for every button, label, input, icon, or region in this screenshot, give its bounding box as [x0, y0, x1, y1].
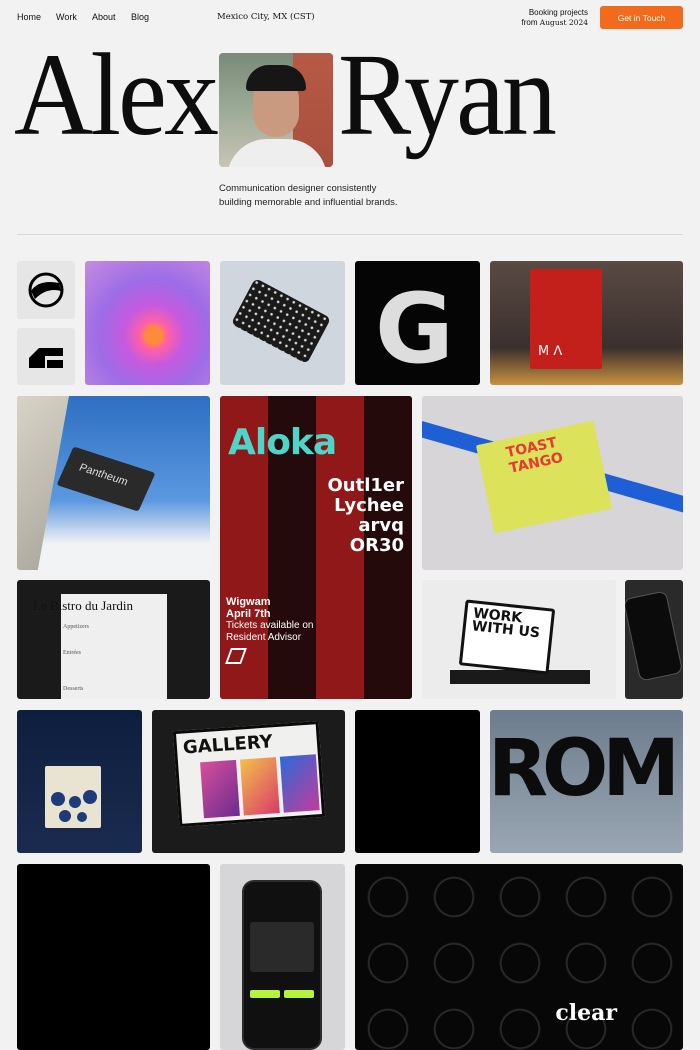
- tickets-line-2: Resident Advisor: [226, 632, 302, 643]
- bistro-section-3: Desserts: [63, 686, 84, 692]
- aloka-title: Aloka: [228, 422, 337, 463]
- project-logo-step[interactable]: [17, 328, 75, 385]
- project-bandana-wallet[interactable]: [220, 261, 345, 385]
- project-purple-render[interactable]: [85, 261, 210, 385]
- booking-line: Booking projects: [528, 8, 588, 17]
- circle-logo-icon: [28, 272, 64, 308]
- booking-from: from: [521, 18, 538, 27]
- bistro-title: Le Bistro du Jardin: [33, 598, 134, 613]
- nav-work-link[interactable]: Work: [56, 12, 77, 22]
- nav-blog-link[interactable]: Blog: [131, 12, 149, 22]
- clear-wordmark: clear: [555, 1000, 617, 1026]
- project-gallery-laptop[interactable]: GALLERY: [152, 710, 345, 853]
- project-g-lettermark[interactable]: G: [355, 261, 480, 385]
- project-clear-pattern[interactable]: clear: [355, 864, 683, 1050]
- project-pantheum[interactable]: Pantheum: [17, 396, 210, 570]
- lineup-4: OR30: [349, 535, 404, 556]
- rom-text: ROM: [490, 724, 680, 814]
- event-venue: Wigwam: [226, 596, 271, 608]
- project-black-tile[interactable]: [355, 710, 480, 853]
- project-black-tile-2[interactable]: [17, 864, 210, 1050]
- project-red-sign[interactable]: M ⴷ: [490, 261, 683, 385]
- pantheum-sign-text: Pantheum: [77, 461, 130, 489]
- project-work-with-us[interactable]: WORK WITH US: [422, 580, 616, 699]
- aloka-lineup: Outl1er Lychee arvq OR30: [328, 476, 405, 556]
- project-bistro-menu[interactable]: Le Bistro du Jardin Appetizers Entrées D…: [17, 580, 210, 699]
- bistro-section-1: Appetizers: [63, 624, 89, 630]
- work-with-us-text: WORK WITH US: [471, 605, 541, 642]
- bistro-section-2: Entrées: [63, 650, 81, 656]
- lineup-3: arvq: [358, 515, 404, 536]
- aloka-tickets: Tickets available on Resident Advisor: [226, 620, 313, 644]
- gallery-title: GALLERY: [182, 731, 274, 759]
- g-glyph: G: [375, 273, 454, 385]
- project-tote-bag[interactable]: [17, 710, 142, 853]
- aloka-event: Wigwam April 7th: [226, 596, 271, 620]
- step-logo-icon: [29, 348, 63, 368]
- booking-date: August 2024: [539, 18, 588, 27]
- lineup-1: Outl1er: [327, 475, 405, 496]
- event-date: April 7th: [226, 608, 271, 620]
- lineup-2: Lychee: [334, 495, 404, 516]
- portrait-photo: [219, 53, 333, 167]
- hero-last-name: Ryan: [338, 29, 557, 160]
- project-rom-3d-type[interactable]: ROM: [490, 710, 683, 853]
- location-label: Mexico City, MX (CST): [217, 12, 315, 22]
- hero-tagline: Communication designer consistently buil…: [219, 182, 479, 210]
- nav-home-link[interactable]: Home: [17, 12, 41, 22]
- divider: [17, 234, 683, 235]
- project-aloka-poster[interactable]: Aloka Outl1er Lychee arvq OR30 Wigwam Ap…: [220, 396, 412, 699]
- project-logo-circle[interactable]: [17, 261, 75, 319]
- hero-first-name: Alex: [14, 29, 219, 160]
- tagline-line-2: building memorable and influential brand…: [219, 197, 398, 208]
- project-toast-tango[interactable]: TOAST TANGO: [422, 396, 683, 570]
- tickets-line-1: Tickets available on: [226, 620, 314, 631]
- booking-status: Booking projects from August 2024: [512, 8, 588, 28]
- nav-about-link[interactable]: About: [92, 12, 116, 22]
- tagline-line-1: Communication designer consistently: [219, 183, 377, 194]
- toast-label: TOAST TANGO: [504, 434, 565, 477]
- get-in-touch-button[interactable]: Get in Touch: [600, 6, 683, 29]
- project-app-mockup[interactable]: [220, 864, 345, 1050]
- project-phone-mockup[interactable]: [625, 580, 683, 699]
